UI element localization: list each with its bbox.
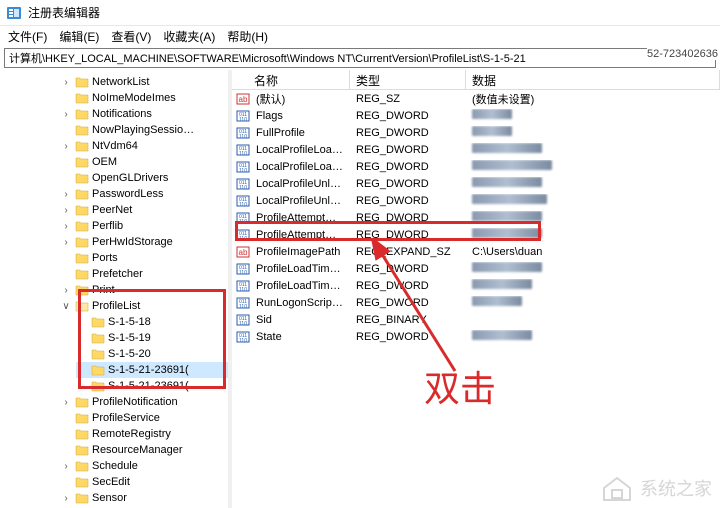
- tree-item[interactable]: NoImeModeImes: [60, 90, 228, 106]
- value-row[interactable]: 011110LocalProfileLoa…REG_DWORD: [232, 141, 720, 158]
- value-row[interactable]: 011110ProfileAttempt…REG_DWORD: [232, 209, 720, 226]
- watermark-icon: [600, 474, 634, 502]
- tree-item[interactable]: ›Notifications: [60, 106, 228, 122]
- menubar: 文件(F) 编辑(E) 查看(V) 收藏夹(A) 帮助(H): [0, 26, 720, 46]
- value-row[interactable]: abProfileImagePathREG_EXPAND_SZC:\Users\…: [232, 243, 720, 260]
- svg-text:110: 110: [239, 304, 247, 310]
- value-row[interactable]: 011110StateREG_DWORD: [232, 328, 720, 345]
- address-text: 计算机\HKEY_LOCAL_MACHINE\SOFTWARE\Microsof…: [9, 50, 526, 66]
- tree-item[interactable]: ResourceManager: [60, 442, 228, 458]
- tree-item[interactable]: ›PasswordLess: [60, 186, 228, 202]
- svg-text:110: 110: [239, 134, 247, 140]
- menu-view[interactable]: 查看(V): [107, 26, 155, 47]
- tree-item[interactable]: ›ProfileNotification: [60, 394, 228, 410]
- svg-text:110: 110: [239, 236, 247, 242]
- titlebar: 注册表编辑器: [0, 0, 720, 26]
- col-header-type[interactable]: 类型: [350, 70, 466, 89]
- menu-favorites[interactable]: 收藏夹(A): [159, 26, 219, 47]
- tree-item[interactable]: OEM: [60, 154, 228, 170]
- window-title: 注册表编辑器: [28, 4, 100, 21]
- tree-item[interactable]: S-1-5-20: [76, 346, 228, 362]
- tree-item[interactable]: ›Sensor: [60, 490, 228, 506]
- tree-item[interactable]: ›PeerNet: [60, 202, 228, 218]
- list-header: 名称 类型 数据: [232, 70, 720, 90]
- tree-item[interactable]: S-1-5-21-23691(: [76, 362, 228, 378]
- watermark-text: 系统之家: [640, 475, 712, 501]
- value-row[interactable]: 011110FlagsREG_DWORD: [232, 107, 720, 124]
- value-row[interactable]: 011110ProfileLoadTim…REG_DWORD: [232, 260, 720, 277]
- list-body: ab(默认)REG_SZ(数值未设置)011110FlagsREG_DWORD0…: [232, 90, 720, 345]
- menu-edit[interactable]: 编辑(E): [55, 26, 103, 47]
- tree-item[interactable]: ›Print: [60, 282, 228, 298]
- values-panel: 名称 类型 数据 ab(默认)REG_SZ(数值未设置)011110FlagsR…: [232, 70, 720, 508]
- col-header-name[interactable]: 名称: [232, 70, 350, 89]
- value-row[interactable]: 011110LocalProfileUnl…REG_DWORD: [232, 192, 720, 209]
- tree-item[interactable]: ›NetworkList: [60, 74, 228, 90]
- tree-item[interactable]: ›PerHwIdStorage: [60, 234, 228, 250]
- tree-item[interactable]: S-1-5-18: [76, 314, 228, 330]
- svg-text:ab: ab: [239, 95, 248, 104]
- svg-text:110: 110: [239, 151, 247, 157]
- tree-item[interactable]: ›Schedule: [60, 458, 228, 474]
- menu-file[interactable]: 文件(F): [4, 26, 51, 47]
- tree-item[interactable]: ›Perflib: [60, 218, 228, 234]
- value-row[interactable]: 011110LocalProfileUnl…REG_DWORD: [232, 175, 720, 192]
- value-row[interactable]: 011110RunLogonScrip…REG_DWORD: [232, 294, 720, 311]
- svg-text:110: 110: [239, 185, 247, 191]
- value-row[interactable]: 011110LocalProfileLoa…REG_DWORD: [232, 158, 720, 175]
- address-bar[interactable]: 计算机\HKEY_LOCAL_MACHINE\SOFTWARE\Microsof…: [4, 48, 716, 68]
- tree-item[interactable]: ProfileService: [60, 410, 228, 426]
- svg-text:110: 110: [239, 117, 247, 123]
- tree-item[interactable]: SecEdit: [60, 474, 228, 490]
- svg-text:ab: ab: [239, 248, 248, 257]
- tree-item[interactable]: RemoteRegistry: [60, 426, 228, 442]
- tree-item[interactable]: S-1-5-21-23691(: [76, 378, 228, 394]
- svg-text:110: 110: [239, 287, 247, 293]
- address-overflow: 52-723402636: [647, 48, 718, 60]
- regedit-icon: [6, 5, 22, 21]
- svg-text:110: 110: [239, 270, 247, 276]
- value-row[interactable]: 011110ProfileAttempt…REG_DWORD: [232, 226, 720, 243]
- svg-text:110: 110: [239, 338, 247, 344]
- value-row[interactable]: 011110SidREG_BINARY3 9e 35 …: [232, 311, 720, 328]
- col-header-data[interactable]: 数据: [466, 70, 720, 89]
- content-area: ›NetworkListNoImeModeImes›NotificationsN…: [0, 70, 720, 508]
- tree-item[interactable]: ∨ProfileList: [60, 298, 228, 314]
- tree-item[interactable]: Ports: [60, 250, 228, 266]
- value-row[interactable]: 011110FullProfileREG_DWORD: [232, 124, 720, 141]
- tree-item[interactable]: ›NtVdm64: [60, 138, 228, 154]
- tree-panel[interactable]: ›NetworkListNoImeModeImes›NotificationsN…: [0, 70, 228, 508]
- svg-text:110: 110: [239, 219, 247, 225]
- tree-item[interactable]: NowPlayingSessio…: [60, 122, 228, 138]
- value-row[interactable]: ab(默认)REG_SZ(数值未设置): [232, 90, 720, 107]
- watermark: 系统之家: [600, 474, 712, 502]
- tree-item[interactable]: OpenGLDrivers: [60, 170, 228, 186]
- tree-item[interactable]: Prefetcher: [60, 266, 228, 282]
- svg-text:110: 110: [239, 202, 247, 208]
- menu-help[interactable]: 帮助(H): [223, 26, 272, 47]
- value-row[interactable]: 011110ProfileLoadTim…REG_DWORD: [232, 277, 720, 294]
- svg-text:110: 110: [239, 321, 247, 327]
- svg-text:110: 110: [239, 168, 247, 174]
- tree-item[interactable]: S-1-5-19: [76, 330, 228, 346]
